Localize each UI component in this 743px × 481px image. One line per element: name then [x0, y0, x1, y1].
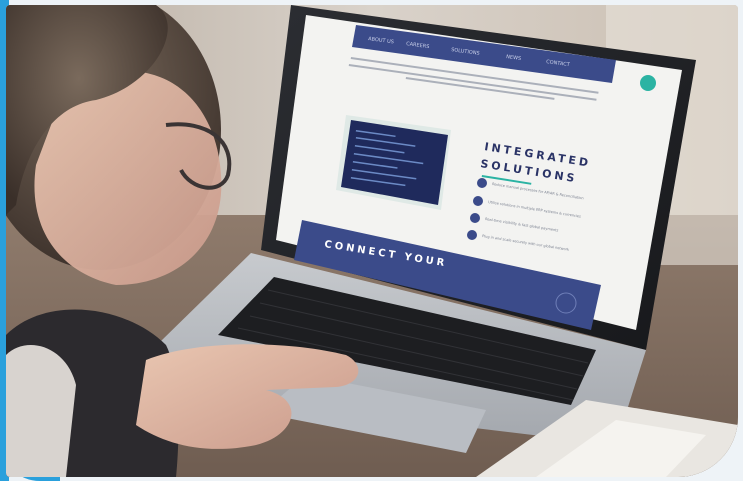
feature-icon-3 — [467, 230, 477, 240]
feature-icon-1 — [473, 196, 483, 206]
chat-button — [640, 75, 656, 91]
photo: ABOUT US CAREERS SOLUTIONS NEWS CONTACT — [6, 5, 738, 477]
photo-scene: ABOUT US CAREERS SOLUTIONS NEWS CONTACT — [6, 5, 738, 477]
feature-icon-2 — [470, 213, 480, 223]
image-frame: ABOUT US CAREERS SOLUTIONS NEWS CONTACT — [0, 0, 743, 481]
feature-icon-0 — [477, 178, 487, 188]
